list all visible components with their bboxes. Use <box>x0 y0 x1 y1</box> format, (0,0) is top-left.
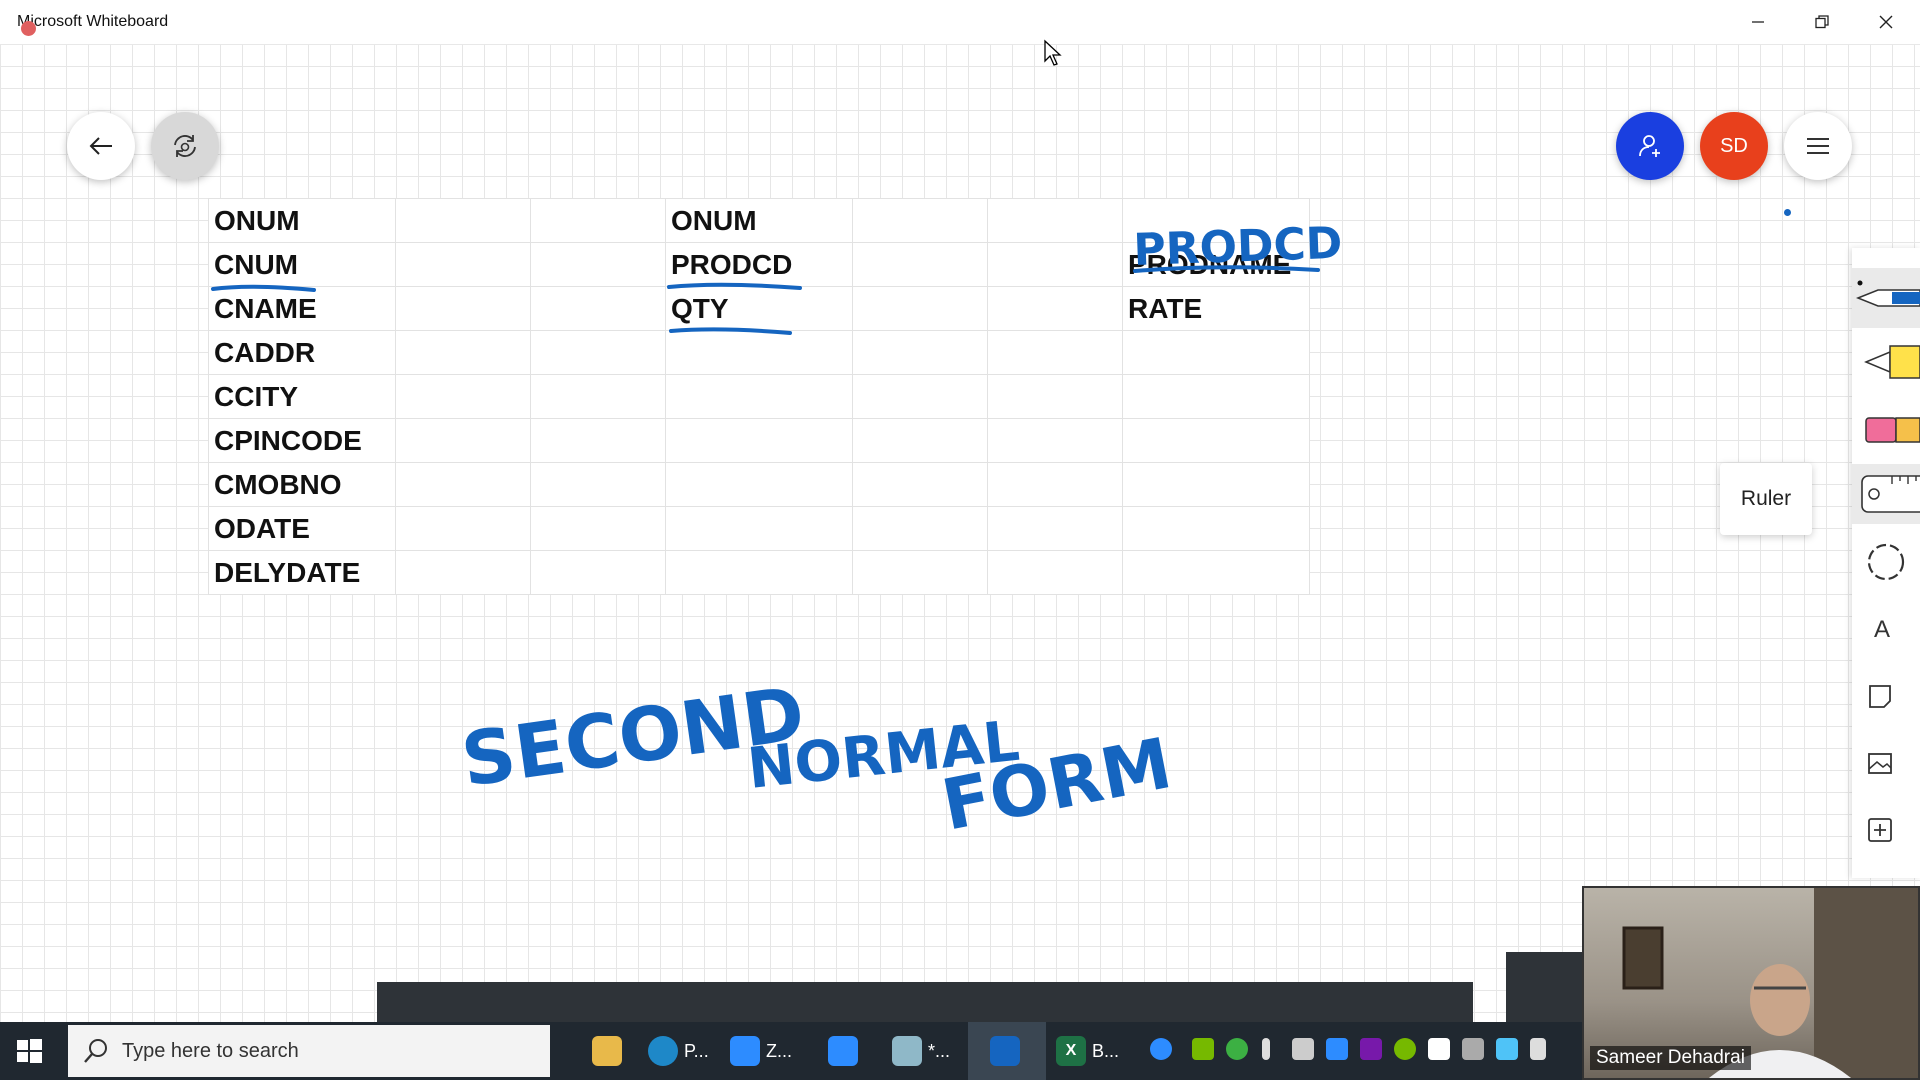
ruler-icon <box>1861 475 1920 513</box>
help-tray-icon[interactable] <box>1150 1038 1172 1060</box>
notepad-icon <box>892 1036 922 1066</box>
onenote-tray-icon[interactable] <box>1360 1038 1382 1060</box>
nvidia-tray-icon[interactable] <box>1192 1038 1214 1060</box>
add-tool[interactable] <box>1852 800 1920 860</box>
edge-icon <box>648 1036 678 1066</box>
taskbar-app-notepad[interactable]: *... <box>892 1031 950 1071</box>
lasso-tool[interactable] <box>1852 532 1920 592</box>
dark-overlay-strip <box>377 982 1473 1024</box>
taskbar-app-zoom-meeting[interactable] <box>828 1031 858 1071</box>
microphone-tray-icon[interactable] <box>1262 1038 1270 1060</box>
whiteboard-icon <box>990 1036 1020 1066</box>
highlighter-icon <box>1864 345 1920 379</box>
ink-prodcd-heading: PRODCD <box>1133 218 1344 276</box>
participant-name: Sameer Dehadrai <box>1590 1046 1751 1070</box>
taskbar-app-label: *... <box>928 1040 951 1061</box>
pen-icon <box>1855 280 1920 307</box>
lasso-icon <box>1867 543 1905 581</box>
taskbar-app-edge[interactable]: P... <box>648 1031 709 1071</box>
update-tray-icon[interactable] <box>1394 1038 1416 1060</box>
zoom-meeting-icon <box>828 1036 858 1066</box>
taskbar-app-file-explorer[interactable] <box>592 1031 622 1071</box>
mouse-cursor-icon <box>1044 39 1062 66</box>
shield-tray-icon[interactable] <box>1428 1038 1450 1060</box>
text-tool[interactable]: A <box>1852 600 1920 660</box>
dark-overlay-strip-2 <box>1506 952 1586 1024</box>
eraser-icon <box>1865 417 1920 443</box>
tablet-tray-icon[interactable] <box>1530 1038 1546 1060</box>
search-placeholder: Type here to search <box>122 1039 299 1062</box>
close-button[interactable] <box>1864 8 1908 36</box>
start-button[interactable] <box>14 1036 44 1071</box>
taskbar-app-label: P... <box>684 1040 709 1061</box>
video-thumbnail[interactable]: Sameer Dehadrai <box>1582 886 1920 1080</box>
image-tool[interactable] <box>1852 734 1920 794</box>
window-title: Microsoft Whiteboard <box>17 13 169 30</box>
image-icon <box>1868 753 1892 774</box>
add-icon <box>1868 818 1892 842</box>
eraser-tool[interactable] <box>1852 400 1920 460</box>
taskbar-app-excel[interactable]: X B... <box>1056 1031 1119 1071</box>
search-icon <box>84 1039 107 1063</box>
ruler-tool[interactable] <box>1852 464 1920 524</box>
minimize-button[interactable] <box>1736 8 1780 36</box>
recording-indicator-icon <box>21 21 36 36</box>
windows-logo-icon <box>17 1039 42 1063</box>
security-tray-icon[interactable] <box>1226 1038 1248 1060</box>
taskbar-app-label: Z... <box>766 1040 792 1061</box>
inking-toolbar: A <box>1852 248 1920 878</box>
wifi-tray-icon[interactable] <box>1462 1038 1484 1060</box>
ink-underline-prodcd <box>669 327 792 335</box>
ink-underline-onum-1 <box>211 284 316 292</box>
ink-underline-onum-2 <box>667 282 802 290</box>
taskbar-app-label: B... <box>1092 1040 1120 1061</box>
restore-button[interactable] <box>1800 8 1844 36</box>
snowflake-tray-icon[interactable] <box>1496 1038 1518 1060</box>
file-explorer-icon <box>592 1036 622 1066</box>
zoom-icon <box>730 1036 760 1066</box>
device-tray-icon[interactable] <box>1292 1038 1314 1060</box>
ruler-tooltip: Ruler <box>1720 463 1812 535</box>
ruler-tooltip-label: Ruler <box>1740 487 1792 510</box>
taskbar-app-whiteboard[interactable] <box>990 1031 1020 1071</box>
title-bar: Microsoft Whiteboard <box>0 0 1920 45</box>
text-icon: A <box>1874 616 1891 643</box>
note-icon <box>1869 685 1891 708</box>
note-tool[interactable] <box>1852 666 1920 726</box>
highlighter-tool[interactable] <box>1852 332 1920 392</box>
excel-icon: X <box>1056 1036 1086 1066</box>
zoom-tray-icon[interactable] <box>1326 1038 1348 1060</box>
pen-tool[interactable] <box>1852 268 1920 328</box>
taskbar-app-zoom[interactable]: Z... <box>730 1031 792 1071</box>
taskbar-search-box[interactable]: Type here to search <box>68 1025 550 1077</box>
